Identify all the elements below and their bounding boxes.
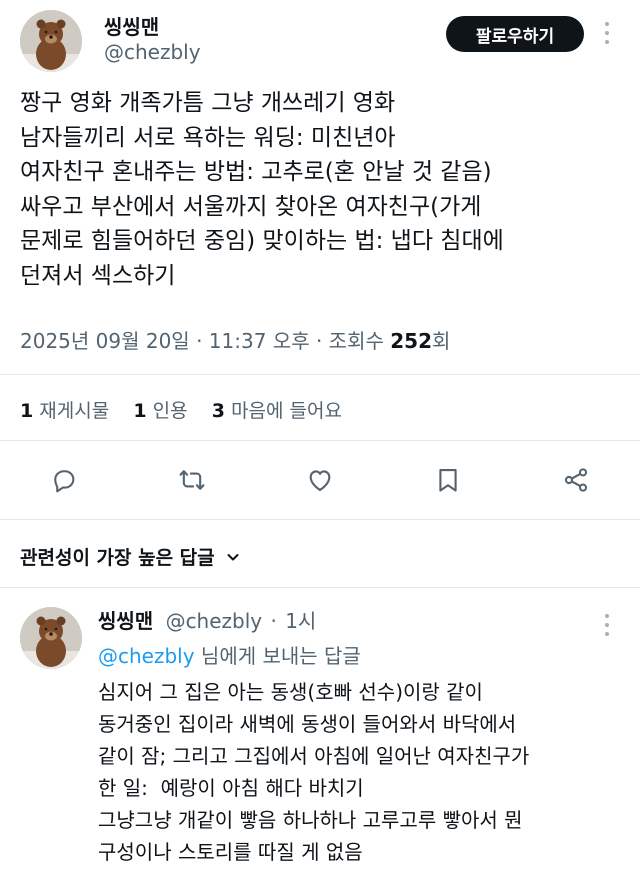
- post-text-line: 짱구 영화 개족가틈 그냥 개쓰레기 영화: [20, 90, 396, 116]
- divider: [0, 374, 640, 375]
- post-text-line: 여자친구 혼내주는 방법: 고추로(혼 안날 것 같음): [20, 159, 492, 185]
- replies-sort-dropdown[interactable]: 관련성이 가장 높은 답글: [20, 543, 241, 570]
- likes-stat[interactable]: 3 마음에 들어요: [212, 400, 342, 422]
- reply-text-line: 같이 잠; 그리고 그집에서 아침에 일어난 여자친구가: [98, 744, 530, 768]
- post-text-line: 던져서 섹스하기: [20, 262, 176, 289]
- post-text-line: 싸우고 부산에서 서울까지 찾아온 여자친구(가게: [20, 193, 482, 220]
- bear-avatar-icon: [20, 607, 82, 669]
- avatar[interactable]: [20, 607, 82, 669]
- like-icon[interactable]: [302, 462, 338, 498]
- reposts-count: 1: [20, 400, 34, 422]
- reply-text: 심지어 그 집은 아는 동생(호빠 선수)이랑 같이 동거중인 집이라 새벽에 …: [98, 676, 529, 868]
- author-display-name[interactable]: 씽씽맨: [104, 11, 159, 40]
- author-handle[interactable]: @chezbly: [104, 40, 201, 64]
- reply-text-line: 동거중인 집이라 새벽에 동생이 들어와서 바닥에서: [98, 712, 517, 736]
- divider: [0, 519, 640, 520]
- divider: [0, 440, 640, 441]
- bear-avatar-icon: [20, 10, 82, 72]
- post-text: 짱구 영화 개족가틈 그냥 개쓰레기 영화 남자들끼리 서로 욕하는 워딩: 미…: [20, 86, 630, 293]
- reply-text-line: 구성이나 스토리를 따질 게 없음: [98, 840, 363, 864]
- replying-to-label: 님에게 보내는 답글: [200, 644, 361, 668]
- meta-separator: ·: [315, 329, 323, 353]
- reposts-stat[interactable]: 1 재게시물: [20, 400, 109, 422]
- views-suffix: 회: [431, 329, 451, 353]
- post-stats: 1 재게시물 1 인용 3 마음에 들어요: [20, 396, 342, 423]
- post-date[interactable]: 2025년 09월 20일: [20, 329, 190, 353]
- bookmark-icon[interactable]: [430, 462, 466, 498]
- repost-icon[interactable]: [174, 462, 210, 498]
- views-label: 조회수: [328, 329, 384, 353]
- more-options-icon[interactable]: [604, 614, 610, 636]
- post-actions: [0, 462, 640, 502]
- divider: [0, 587, 640, 588]
- post-time[interactable]: 11:37 오후: [209, 329, 310, 353]
- reposts-label: 재게시물: [39, 400, 110, 422]
- reply-text-line: 심지어 그 집은 아는 동생(호빠 선수)이랑 같이: [98, 680, 483, 704]
- quotes-label: 인용: [152, 400, 188, 422]
- reply-author-name[interactable]: 씽씽맨: [98, 609, 153, 633]
- share-icon[interactable]: [558, 462, 594, 498]
- likes-label: 마음에 들어요: [231, 400, 342, 422]
- reply-icon[interactable]: [46, 462, 82, 498]
- reply-separator: ·: [270, 609, 277, 633]
- replies-sort-label: 관련성이 가장 높은 답글: [20, 547, 215, 569]
- likes-count: 3: [211, 400, 226, 422]
- views-count: 252: [390, 329, 432, 353]
- reply-author-handle[interactable]: @chezbly: [166, 609, 263, 633]
- avatar[interactable]: [20, 10, 82, 72]
- chevron-down-icon: [225, 549, 241, 565]
- post-header: 씽씽맨 @chezbly 팔로우하기: [0, 0, 640, 78]
- follow-button[interactable]: 팔로우하기: [446, 16, 584, 52]
- meta-separator: ·: [196, 329, 203, 353]
- replying-to: @chezbly 님에게 보내는 답글: [98, 640, 361, 669]
- quotes-stat[interactable]: 1 인용: [133, 400, 187, 422]
- post-meta: 2025년 09월 20일 · 11:37 오후 · 조회수 252회: [20, 325, 450, 354]
- reply-time[interactable]: 1시: [285, 609, 316, 633]
- quotes-count: 1: [133, 400, 147, 422]
- post-text-line: 남자들끼리 서로 욕하는 워딩: 미친년아: [20, 124, 396, 151]
- more-options-icon[interactable]: [604, 22, 610, 44]
- replying-to-mention[interactable]: @chezbly: [98, 644, 195, 668]
- post-text-line: 문제로 힘들어하던 중임) 맞이하는 법: 냅다 침대에: [20, 228, 504, 254]
- reply-header: 씽씽맨 @chezbly · 1시: [98, 605, 316, 634]
- reply-text-line: 한 일: 예랑이 아침 해다 바치기: [98, 776, 364, 800]
- reply-text-line: 그냥그냥 개같이 빻음 하나하나 고루고루 빻아서 뭔: [98, 808, 523, 832]
